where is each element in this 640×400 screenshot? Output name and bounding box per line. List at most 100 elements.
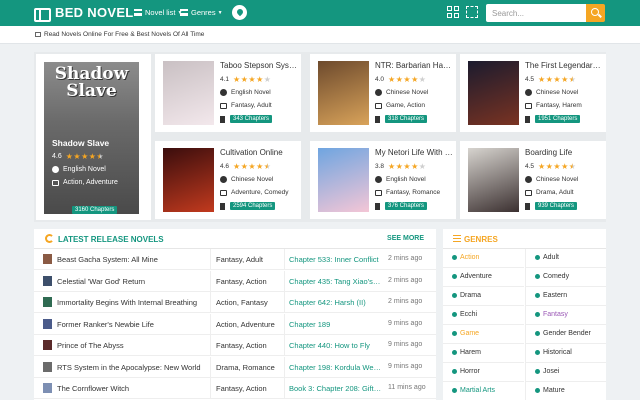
featured-card-title[interactable]: NTR: Barbarian Hare...: [375, 61, 453, 70]
featured-card-title[interactable]: The First Legendary B...: [525, 61, 603, 70]
book-cover-image[interactable]: [318, 148, 369, 212]
chapter-link[interactable]: Chapter 533: Inner Conflict: [284, 249, 382, 270]
genre-link[interactable]: Game: [443, 325, 524, 344]
chapter-link[interactable]: Chapter 189: [284, 313, 382, 335]
update-time: 11 mins ago: [388, 384, 426, 391]
novel-thumbnail[interactable]: [43, 297, 52, 307]
chapters-line: 2594 Chapters: [220, 202, 276, 210]
star-icon: ★: [403, 162, 412, 171]
genre-link[interactable]: Ecchi: [443, 306, 524, 325]
genre-link[interactable]: Drama: [443, 287, 524, 306]
featured-card[interactable]: My Netori Life With S... 3.8 ★★★★★ English …: [310, 141, 456, 219]
book-cover-image[interactable]: [468, 148, 519, 212]
featured-main-cover[interactable]: Shadow Slave Shadow Slave 4.6 ★★★★★ Engl…: [44, 62, 139, 214]
genre-link[interactable]: Fantasy: [525, 306, 606, 325]
search-button[interactable]: [586, 4, 605, 22]
book-cover-image[interactable]: [318, 61, 369, 125]
location-pin-icon[interactable]: [232, 5, 247, 20]
star-icon: ★: [263, 162, 272, 171]
check-circle-icon: [535, 293, 540, 298]
chapter-count-badge: 2594 Chapters: [230, 202, 276, 210]
featured-card[interactable]: NTR: Barbarian Hare... 4.0 ★★★★★ Chinese No…: [310, 54, 456, 132]
table-row[interactable]: RTS System in the Apocalypse: New World D…: [34, 356, 436, 378]
genre-label: Action: [460, 254, 480, 261]
genre-link[interactable]: Horror: [443, 363, 524, 382]
genre-label: Drama: [460, 292, 482, 299]
site-logo[interactable]: BED NOVEL: [34, 5, 134, 22]
novel-name-link[interactable]: The Cornflower Witch: [57, 384, 207, 393]
featured-card[interactable]: Boarding Life 4.5 ★★★★★ Chinese Novel Drama,…: [460, 141, 606, 219]
novel-thumbnail[interactable]: [43, 275, 52, 286]
star-icon: ★: [538, 162, 546, 171]
language-line: English Novel: [52, 166, 106, 173]
genre-link[interactable]: Eastern: [525, 287, 606, 306]
genre-link[interactable]: Historical: [525, 344, 606, 363]
rating-stars: ★★★★★: [388, 162, 426, 171]
featured-card[interactable]: Taboo Stepson System 4.1 ★★★★★ English Nove…: [155, 54, 301, 132]
genre-link[interactable]: Martial Arts: [443, 382, 524, 400]
genre-link[interactable]: Adventure: [443, 268, 524, 287]
novel-name-link[interactable]: RTS System in the Apocalypse: New World: [57, 363, 207, 372]
qr-code-icon[interactable]: [447, 6, 459, 18]
check-circle-icon: [452, 293, 457, 298]
check-circle-icon: [535, 255, 540, 260]
genre-link[interactable]: Mature: [525, 382, 606, 400]
nav-novel-list[interactable]: Novel list ▼: [134, 8, 182, 17]
table-row[interactable]: Immortality Begins With Internal Breathi…: [34, 292, 436, 313]
table-row[interactable]: Former Ranker's Newbie Life Action, Adven…: [34, 313, 436, 335]
rating-value: 4.1: [220, 76, 230, 83]
rating: 3.8 ★★★★★: [375, 162, 426, 171]
featured-card[interactable]: Cultivation Online 4.6 ★★★★★ Chinese Novel A…: [155, 141, 301, 219]
genre-label: Horror: [460, 368, 480, 375]
chapter-link[interactable]: Chapter 642: Harsh (II): [284, 292, 382, 313]
novel-name-link[interactable]: Immortality Begins With Internal Breathi…: [57, 298, 207, 307]
star-icon: ★: [568, 75, 577, 84]
novel-name-link[interactable]: Celestial 'War God' Return: [57, 277, 207, 286]
genres-value: Action, Adventure: [63, 179, 118, 186]
genre-link[interactable]: Comedy: [525, 268, 606, 287]
novel-thumbnail[interactable]: [43, 361, 52, 372]
book-cover-image[interactable]: [163, 61, 214, 125]
book-cover-image[interactable]: [468, 61, 519, 125]
genre-label: Martial Arts: [460, 387, 496, 394]
chapter-link[interactable]: Chapter 198: Kordula Weisse...: [284, 356, 382, 378]
novel-genres: Fantasy, Action: [210, 335, 284, 356]
nav-genres[interactable]: Genres ▼: [180, 8, 223, 17]
fullscreen-icon[interactable]: [466, 6, 478, 18]
genre-link[interactable]: Action: [443, 249, 524, 268]
novel-thumbnail[interactable]: [43, 318, 52, 329]
check-circle-icon: [452, 312, 457, 317]
see-more-link[interactable]: SEE MORE: [387, 235, 424, 242]
featured-card-title[interactable]: Taboo Stepson System: [220, 61, 298, 70]
featured-main-title[interactable]: Shadow Slave: [52, 138, 109, 148]
table-row[interactable]: The Cornflower Witch Fantasy, Action Book …: [34, 378, 436, 399]
novel-name-link[interactable]: Former Ranker's Newbie Life: [57, 320, 207, 329]
check-circle-icon: [452, 331, 457, 336]
featured-card-title[interactable]: Boarding Life: [525, 148, 603, 157]
featured-card-title[interactable]: Cultivation Online: [220, 148, 298, 157]
genre-link[interactable]: Adult: [525, 249, 606, 268]
book-cover-image[interactable]: [163, 148, 214, 212]
featured-card[interactable]: The First Legendary B... 4.5 ★★★★★ Chinese …: [460, 54, 606, 132]
genre-link[interactable]: Gender Bender: [525, 325, 606, 344]
novel-thumbnail[interactable]: [43, 383, 52, 393]
table-row[interactable]: Beast Gacha System: All Mine Fantasy, Adu…: [34, 249, 436, 270]
featured-main-card[interactable]: Shadow Slave Shadow Slave 4.6 ★★★★★ Engl…: [36, 54, 151, 220]
table-row[interactable]: Prince of The Abyss Fantasy, Action Chapte…: [34, 335, 436, 356]
update-time: 2 mins ago: [388, 298, 423, 305]
chapter-link[interactable]: Chapter 440: How to Fly: [284, 335, 382, 356]
novel-thumbnail[interactable]: [43, 254, 52, 264]
search-input[interactable]: [486, 4, 586, 22]
table-row[interactable]: Celestial 'War God' Return Fantasy, Actio…: [34, 270, 436, 292]
genre-link[interactable]: Josei: [525, 363, 606, 382]
chapter-link[interactable]: Book 3: Chapter 208: Gifts fro...: [284, 378, 382, 399]
thumbs-up-icon: [35, 32, 41, 37]
category-icon: [220, 189, 227, 196]
genre-link[interactable]: Harem: [443, 344, 524, 363]
novel-thumbnail[interactable]: [43, 340, 52, 350]
novel-name-link[interactable]: Beast Gacha System: All Mine: [57, 255, 207, 264]
novel-name-link[interactable]: Prince of The Abyss: [57, 341, 207, 350]
star-icon: ★: [561, 162, 569, 171]
featured-card-title[interactable]: My Netori Life With S...: [375, 148, 453, 157]
chapter-link[interactable]: Chapter 435: Tang Xiao's Plots: [284, 270, 382, 292]
